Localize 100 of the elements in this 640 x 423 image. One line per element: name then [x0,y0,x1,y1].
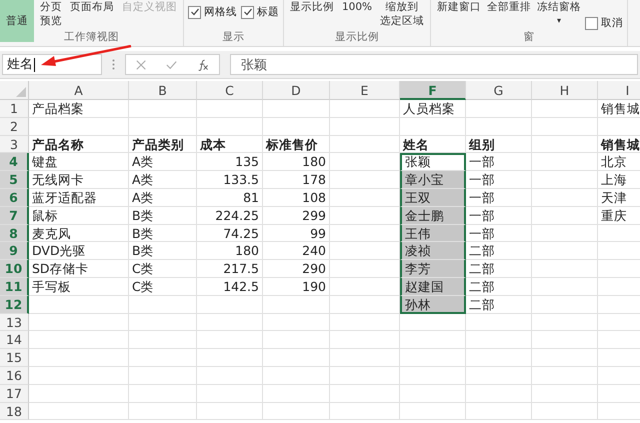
row-header[interactable]: 4 [0,153,29,172]
row-header[interactable]: 13 [0,314,29,332]
cancel-icon[interactable] [136,58,146,70]
checkbox-label: 网格线 [204,5,237,19]
table-cell: 键盘 [29,153,129,172]
row-header[interactable]: 7 [0,206,29,225]
table-cell: 一部 [466,171,532,189]
function-icon[interactable] [197,58,209,72]
column-header[interactable]: G [466,81,532,100]
table-cell: 190 [263,278,330,296]
checkbox-label: 取消 [601,16,624,30]
table-cell: 无线网卡 [29,171,129,189]
row-header[interactable]: 8 [0,224,29,242]
ribbon-button[interactable]: 显示比例 [288,0,336,14]
column-header[interactable]: B [129,81,197,100]
table-cell: 产品名称 [29,136,129,154]
column-header[interactable]: E [330,81,400,100]
table-cell: 蓝牙适配器 [29,188,129,207]
table-cell: B类 [129,224,197,242]
table-cell: 手写板 [29,278,129,296]
ribbon-button[interactable]: 新建窗口 [435,0,484,14]
table-cell: 鼠标 [29,206,129,225]
table-cell: 产品档案 [29,100,129,118]
table-cell: 标准售价 [263,136,330,154]
checkbox[interactable] [585,16,598,30]
group-label: 显示比例 [334,30,380,44]
checkbox-label: 标题 [257,5,279,19]
row-header[interactable]: 5 [0,171,29,189]
row-header[interactable]: 2 [0,118,29,136]
ribbon-button[interactable]: 全部重排 [485,0,534,14]
table-cell: 135 [197,153,263,172]
row-header[interactable]: 15 [0,349,29,367]
column-header[interactable]: I [598,81,640,100]
table-cell: 赵建国 [400,278,466,296]
formula-input[interactable]: 张颖 [230,54,638,75]
table-cell: B类 [129,206,197,225]
table-cell: 金士鹏 [400,206,466,225]
table-cell: 290 [263,260,330,278]
check-icon[interactable] [166,60,178,70]
table-cell: 一部 [466,224,532,242]
checkbox[interactable] [241,6,254,18]
table-cell: 74.25 [197,224,263,242]
name-box[interactable]: 姓名 [2,54,102,75]
table-cell: 章小宝 [400,171,466,189]
table-cell: 178 [263,171,330,189]
ribbon-button[interactable]: 分页 预览 [38,0,64,28]
table-cell: 一部 [466,153,532,172]
ribbon-button[interactable]: 页面布局 [68,0,116,14]
table-cell: 二部 [466,278,532,296]
table-cell: 销售城 [598,100,640,118]
column-header[interactable]: H [532,81,598,100]
table-cell: 142.5 [197,278,263,296]
row-header[interactable]: 12 [0,296,29,314]
table-cell: A类 [129,188,197,207]
table-cell: 北京 [598,153,640,172]
table-cell: 180 [263,153,330,172]
table-cell: 姓名 [400,136,466,154]
column-header[interactable]: A [29,81,129,100]
table-cell: 108 [263,188,330,207]
group-label: 工作簿视图 [63,30,120,44]
row-header[interactable]: 9 [0,242,29,260]
row-header[interactable]: 1 [0,100,29,118]
table-cell: 上海 [598,171,640,189]
row-header[interactable]: 11 [0,278,29,296]
table-cell: 299 [263,206,330,225]
table-cell: 产品类别 [129,136,197,154]
row-header[interactable]: 16 [0,366,29,385]
table-cell: 人员档案 [400,100,466,118]
table-cell: 王伟 [400,224,466,242]
group-label: 显示 [222,30,246,44]
table-cell: 天津 [598,188,640,207]
row-header[interactable]: 14 [0,331,29,350]
table-cell: DVD光驱 [29,242,129,260]
ribbon-button[interactable]: 100% [340,0,374,14]
table-cell: 成本 [197,136,263,154]
column-header[interactable]: F [400,81,466,100]
table-cell: C类 [129,260,197,278]
column-header[interactable]: C [197,81,263,100]
group-label: 窗 [522,30,536,44]
table-cell: 孙林 [400,296,466,314]
table-cell: 麦克风 [29,224,129,242]
column-header[interactable]: D [263,81,330,100]
row-header[interactable]: 3 [0,136,29,154]
table-cell: 凌祯 [400,242,466,260]
table-cell: 217.5 [197,260,263,278]
ribbon-button[interactable]: 缩放到 选定区域 [378,0,426,28]
row-header[interactable]: 6 [0,188,29,207]
row-header[interactable]: 18 [0,402,29,420]
table-cell: 224.25 [197,206,263,225]
view-button[interactable]: 普通 [0,0,34,42]
row-header[interactable]: 17 [0,384,29,403]
table-cell: 240 [263,242,330,260]
table-cell: A类 [129,153,197,172]
table-cell: 王双 [400,188,466,207]
checkbox[interactable] [188,6,201,18]
ribbon-dropdown[interactable]: 冻结窗格 ▾ [535,0,584,28]
table-cell: 二部 [466,242,532,260]
table-cell: SD存储卡 [29,260,129,278]
table-cell: 81 [197,188,263,207]
row-header[interactable]: 10 [0,260,29,278]
